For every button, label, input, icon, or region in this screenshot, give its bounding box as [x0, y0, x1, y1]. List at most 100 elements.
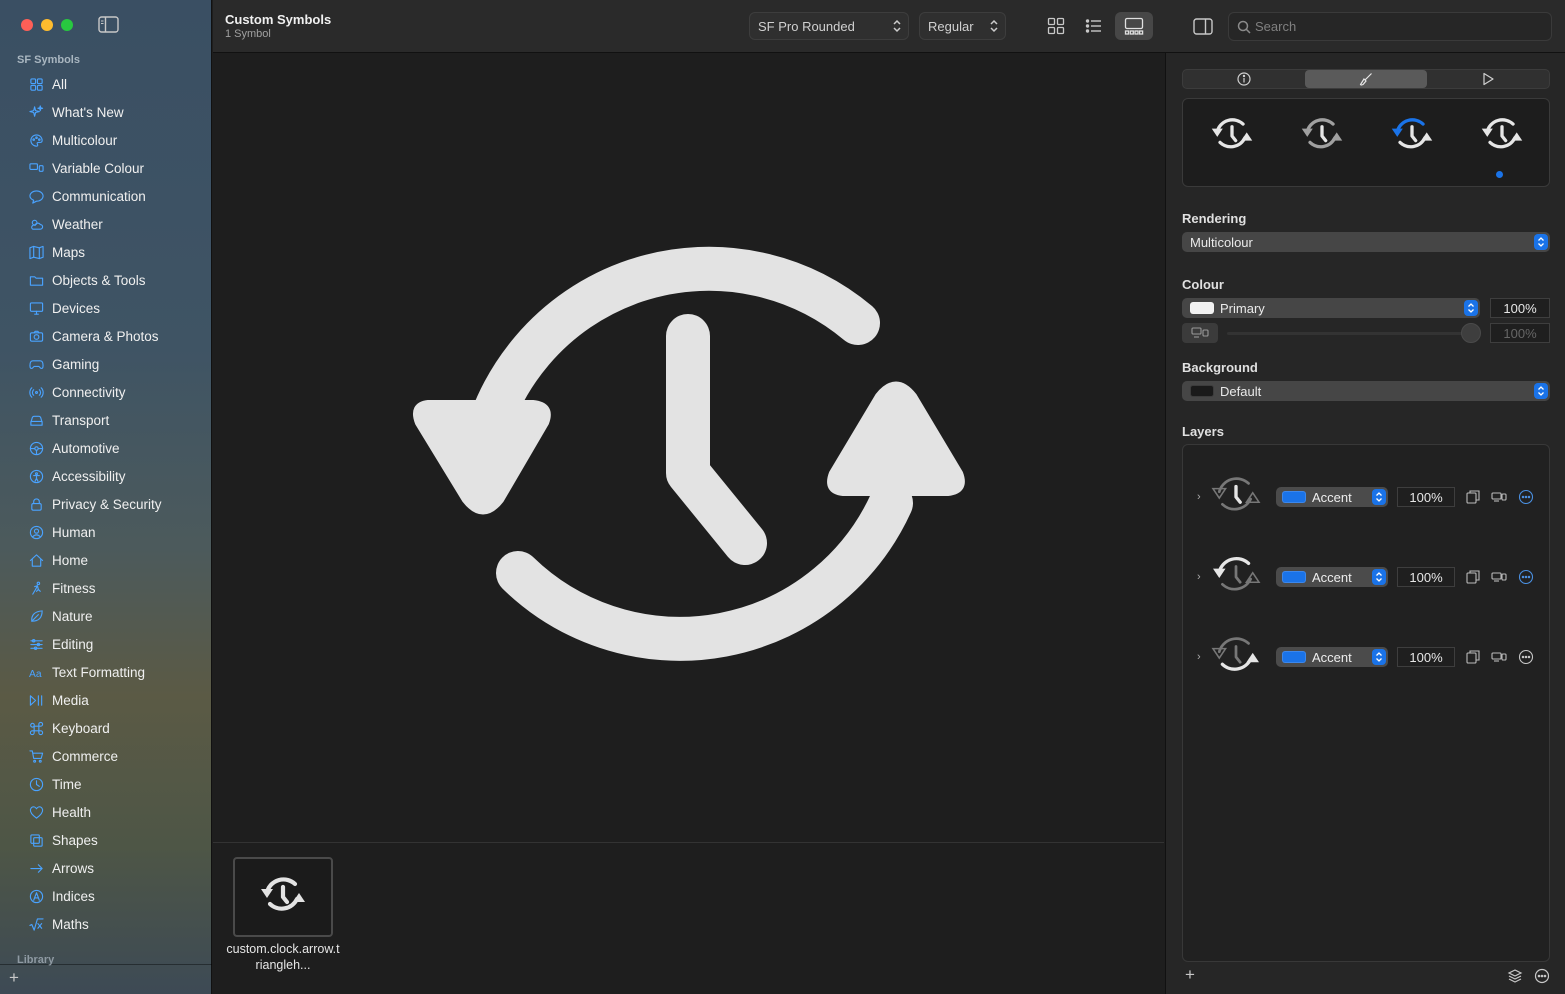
- monochrome-preview-icon[interactable]: [1209, 115, 1255, 157]
- variable-colour-icon[interactable]: [1491, 569, 1507, 585]
- sidebar-item-fitness[interactable]: Fitness: [0, 574, 212, 602]
- sidebar-item-maps[interactable]: Maps: [0, 238, 212, 266]
- sidebar-item-media[interactable]: Media: [0, 686, 212, 714]
- colour-select[interactable]: Primary: [1182, 298, 1480, 318]
- add-collection-button[interactable]: +: [9, 968, 19, 988]
- sidebar-item-label: Variable Colour: [52, 160, 145, 176]
- sidebar-item-objects-tools[interactable]: Objects & Tools: [0, 266, 212, 294]
- updown-chevron-icon: [1372, 569, 1386, 585]
- sidebar-item-health[interactable]: Health: [0, 798, 212, 826]
- tab-rendering[interactable]: [1305, 70, 1427, 88]
- sidebar-item-arrows[interactable]: Arrows: [0, 854, 212, 882]
- opacity-slider-knob[interactable]: [1461, 323, 1481, 343]
- sidebar-item-editing[interactable]: Editing: [0, 630, 212, 658]
- sidebar-item-privacy-security[interactable]: Privacy & Security: [0, 490, 212, 518]
- tab-animation[interactable]: [1427, 70, 1549, 88]
- colour-opacity-field[interactable]: 100%: [1490, 298, 1550, 318]
- sidebar-item-label: Home: [52, 552, 89, 568]
- layer-colour-select[interactable]: Accent: [1276, 647, 1388, 667]
- weight-select[interactable]: Regular: [919, 12, 1006, 40]
- sidebar-item-what-s-new[interactable]: What's New: [0, 98, 212, 126]
- sidebar-item-label: Camera & Photos: [52, 328, 159, 344]
- sidebar-item-variable-colour[interactable]: Variable Colour: [0, 154, 212, 182]
- palette-preview-icon[interactable]: [1389, 115, 1435, 157]
- layers-stack-icon[interactable]: [1507, 968, 1523, 984]
- disclosure-chevron-icon[interactable]: ›: [1197, 491, 1201, 503]
- disclosure-chevron-icon[interactable]: ›: [1197, 651, 1201, 663]
- sidebar-item-automotive[interactable]: Automotive: [0, 434, 212, 462]
- more-options-icon[interactable]: [1518, 489, 1534, 505]
- variable-colour-icon[interactable]: [1491, 649, 1507, 665]
- minimize-window-button[interactable]: [41, 19, 53, 31]
- layer-colour-select[interactable]: Accent: [1276, 487, 1388, 507]
- sidebar-item-keyboard[interactable]: Keyboard: [0, 714, 212, 742]
- sidebar-item-weather[interactable]: Weather: [0, 210, 212, 238]
- background-select[interactable]: Default: [1182, 381, 1550, 401]
- weight-select-value: Regular: [928, 18, 974, 34]
- sidebar-item-shapes[interactable]: Shapes: [0, 826, 212, 854]
- sidebar-toggle-icon[interactable]: [98, 16, 119, 33]
- variable-colour-icon[interactable]: [1491, 489, 1507, 505]
- duplicate-icon[interactable]: [1465, 489, 1481, 505]
- layer-row[interactable]: › Accent 100%: [1183, 632, 1551, 682]
- sidebar-item-communication[interactable]: Communication: [0, 182, 212, 210]
- inspector-toggle-button[interactable]: [1184, 12, 1222, 40]
- sidebar-item-all[interactable]: All: [0, 70, 212, 98]
- sidebar-item-transport[interactable]: Transport: [0, 406, 212, 434]
- layer-colour-value: Accent: [1312, 569, 1352, 585]
- font-select-value: SF Pro Rounded: [758, 18, 855, 34]
- symbol-gallery: custom.clock.arrow.triangleh...: [213, 842, 1164, 994]
- more-options-icon[interactable]: [1518, 649, 1534, 665]
- search-field[interactable]: Search: [1228, 12, 1552, 41]
- layer-opacity-field[interactable]: 100%: [1397, 487, 1455, 507]
- close-window-button[interactable]: [21, 19, 33, 31]
- layer-row[interactable]: › Accent 100%: [1183, 472, 1551, 522]
- sidebar-item-maths[interactable]: Maths: [0, 910, 212, 938]
- sidebar-item-human[interactable]: Human: [0, 518, 212, 546]
- layer-row[interactable]: › Accent 100%: [1183, 552, 1551, 602]
- gamecontroller-icon: [28, 356, 44, 372]
- tab-info[interactable]: [1183, 70, 1305, 88]
- more-options-icon[interactable]: [1518, 569, 1534, 585]
- grid-view-button[interactable]: [1037, 12, 1075, 40]
- sidebar-item-indices[interactable]: Indices: [0, 882, 212, 910]
- sidebar-item-time[interactable]: Time: [0, 770, 212, 798]
- sidebar-item-gaming[interactable]: Gaming: [0, 350, 212, 378]
- secondary-opacity-field[interactable]: 100%: [1490, 323, 1550, 343]
- colour-swatch: [1190, 302, 1214, 314]
- layer-opacity-field[interactable]: 100%: [1397, 567, 1455, 587]
- more-options-icon[interactable]: [1534, 968, 1550, 984]
- add-layer-button[interactable]: +: [1185, 965, 1195, 985]
- hierarchical-preview-icon[interactable]: [1299, 115, 1345, 157]
- message-bubble-icon: [28, 188, 44, 204]
- gallery-view-button[interactable]: [1115, 12, 1153, 40]
- sidebar-item-label: Health: [52, 804, 92, 820]
- sidebar-item-text-formatting[interactable]: Aa Text Formatting: [0, 658, 212, 686]
- variable-colour-button[interactable]: [1182, 323, 1218, 343]
- list-view-button[interactable]: [1075, 12, 1113, 40]
- duplicate-icon[interactable]: [1465, 569, 1481, 585]
- font-select[interactable]: SF Pro Rounded: [749, 12, 909, 40]
- sidebar-item-connectivity[interactable]: Connectivity: [0, 378, 212, 406]
- sidebar-item-accessibility[interactable]: Accessibility: [0, 462, 212, 490]
- sidebar-item-devices[interactable]: Devices: [0, 294, 212, 322]
- person-icon: [28, 524, 44, 540]
- multicolour-preview-icon[interactable]: [1479, 115, 1525, 157]
- sidebar-item-label: Text Formatting: [52, 664, 146, 680]
- gallery-item[interactable]: [233, 857, 333, 937]
- zoom-window-button[interactable]: [61, 19, 73, 31]
- opacity-slider-track[interactable]: [1227, 332, 1467, 335]
- rendering-select[interactable]: Multicolour: [1182, 232, 1550, 252]
- disclosure-chevron-icon[interactable]: ›: [1197, 571, 1201, 583]
- sidebar-item-nature[interactable]: Nature: [0, 602, 212, 630]
- colour-select-value: Primary: [1220, 300, 1265, 316]
- duplicate-icon[interactable]: [1465, 649, 1481, 665]
- sidebar-item-multicolour[interactable]: Multicolour: [0, 126, 212, 154]
- play-pause-icon: [28, 692, 44, 708]
- sidebar-item-camera-photos[interactable]: Camera & Photos: [0, 322, 212, 350]
- sidebar-item-home[interactable]: Home: [0, 546, 212, 574]
- sparkles-icon: [28, 104, 44, 120]
- layer-colour-select[interactable]: Accent: [1276, 567, 1388, 587]
- layer-opacity-field[interactable]: 100%: [1397, 647, 1455, 667]
- sidebar-item-commerce[interactable]: Commerce: [0, 742, 212, 770]
